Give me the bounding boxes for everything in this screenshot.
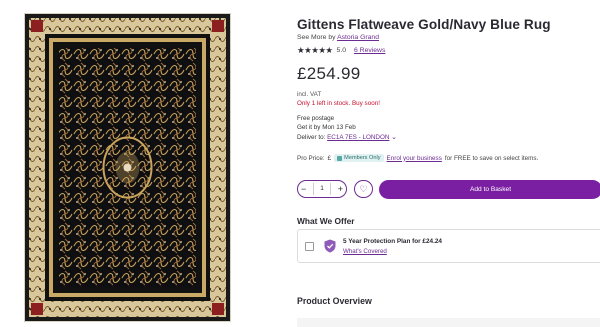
shipping-info: Free postage Get it by Mon 13 Feb Delive… [297,114,397,142]
increase-quantity-button[interactable]: + [338,184,343,194]
pro-price-row: Pro Price: £ Members Only Enrol your bus… [297,154,538,162]
delivery-eta: Get it by Mon 13 Feb [297,124,356,132]
chevron-down-icon[interactable]: ⌄ [391,134,397,141]
shield-icon [324,239,336,253]
free-postage: Free postage [297,115,335,122]
quantity-stepper: − 1 + [297,180,347,198]
deliver-to: Deliver to: EC1A 7ES - LONDON ⌄ [297,133,397,142]
postcode-link[interactable]: EC1A 7ES - LONDON [327,134,389,141]
protection-plan-label: 5 Year Protection Plan for £24.24 [343,238,442,245]
decrease-quantity-button[interactable]: − [301,184,306,194]
protection-plan-option: 5 Year Protection Plan for £24.24 What's… [297,229,600,263]
pro-suffix: for FREE to save on select items. [444,154,539,162]
deliver-prefix: Deliver to: [297,133,328,141]
rating-value: 5.0 [336,46,346,54]
quantity-value[interactable]: 1 [313,183,331,195]
rug-image [25,14,230,321]
product-image[interactable] [25,14,230,321]
vat-note: incl. VAT [297,91,322,98]
members-only-label: Members Only [344,155,381,161]
tag-icon [337,155,343,161]
pro-price-label: Pro Price: [297,154,325,162]
whats-covered-link[interactable]: What's Covered [343,248,387,255]
see-more-prefix: See More by [297,34,338,41]
reviews-link[interactable]: 6 Reviews [354,47,385,54]
protection-plan-checkbox[interactable] [305,242,314,251]
brand-link[interactable]: Astoria Grand [337,34,379,41]
what-we-offer-heading: What We Offer [297,216,355,226]
product-overview-heading: Product Overview [297,296,372,306]
enrol-business-link[interactable]: Enrol your business [387,155,442,162]
stock-warning: Only 1 left in stock. Buy soon! [297,100,380,107]
pro-currency: £ [327,154,332,162]
heart-icon: ♡ [359,183,368,194]
price: £254.99 [297,64,361,83]
product-title: Gittens Flatweave Gold/Navy Blue Rug [297,17,551,32]
star-rating-icon: ★★★★★ [297,45,333,55]
overview-section [297,318,600,327]
members-only-badge: Members Only [334,154,384,162]
see-more-line: See More by Astoria Grand [297,34,379,41]
add-to-basket-button[interactable]: Add to Basket [379,180,600,199]
wishlist-button[interactable]: ♡ [354,180,373,198]
rating-row: ★★★★★ 5.0 6 Reviews [297,45,385,55]
